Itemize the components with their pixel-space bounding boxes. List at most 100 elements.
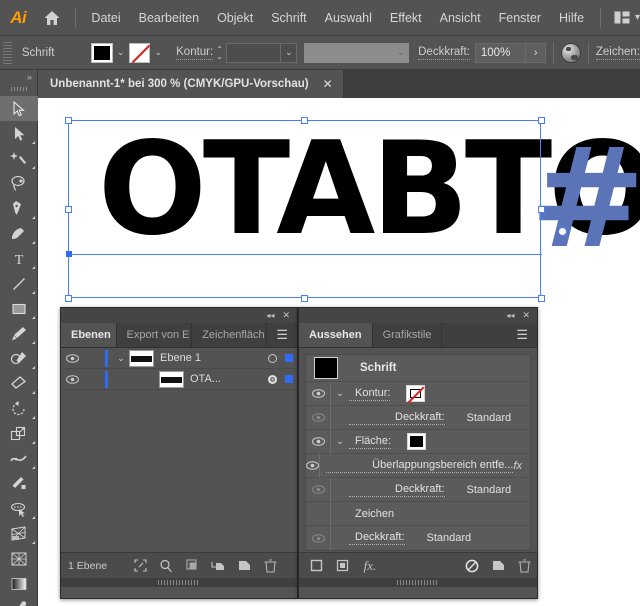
duplicate-item-icon[interactable] bbox=[485, 554, 511, 578]
layers-panel-titlebar[interactable]: ◂◂ ✕ bbox=[61, 308, 297, 323]
clear-appearance-icon[interactable] bbox=[459, 554, 485, 578]
stroke-profile-dropdown-icon[interactable]: ⌄ bbox=[393, 42, 410, 63]
magic-wand-tool[interactable] bbox=[0, 146, 38, 171]
visibility-icon[interactable] bbox=[306, 461, 319, 470]
tab-grafikstile[interactable]: Grafikstile bbox=[373, 323, 443, 347]
tab-ebenen[interactable]: Ebenen bbox=[61, 323, 117, 347]
appearance-empty-area[interactable] bbox=[299, 551, 537, 552]
menu-item-schrift[interactable]: Schrift bbox=[262, 7, 315, 29]
layers-panel-resize-grip[interactable] bbox=[61, 578, 297, 587]
stroke-swatch-dropdown-icon[interactable]: ⌄ bbox=[150, 43, 166, 63]
layer-target-indicator[interactable] bbox=[263, 374, 281, 384]
add-stroke-icon[interactable] bbox=[303, 554, 329, 578]
rotate-tool[interactable] bbox=[0, 396, 38, 421]
menu-item-objekt[interactable]: Objekt bbox=[208, 7, 262, 29]
lasso-tool[interactable] bbox=[0, 171, 38, 196]
appearance-row-object-opacity[interactable]: Deckkraft: Standard bbox=[306, 526, 530, 550]
layers-panel-menu-icon[interactable]: ☰ bbox=[267, 323, 297, 347]
menu-item-datei[interactable]: Datei bbox=[82, 7, 129, 29]
width-tool[interactable] bbox=[0, 446, 38, 471]
visibility-icon[interactable] bbox=[306, 533, 330, 543]
layers-empty-area[interactable] bbox=[61, 390, 297, 552]
search-icon[interactable] bbox=[153, 554, 179, 578]
handle-bottom-left[interactable] bbox=[65, 295, 72, 302]
menu-item-hilfe[interactable]: Hilfe bbox=[550, 7, 593, 29]
layer-name[interactable]: OTA... bbox=[190, 373, 263, 385]
tab-export-von-elementen[interactable]: Export von E bbox=[117, 323, 193, 347]
text-insertion-anchor[interactable] bbox=[558, 227, 567, 236]
opacity-value[interactable]: Standard bbox=[467, 484, 512, 496]
layer-name[interactable]: Ebene 1 bbox=[160, 352, 263, 364]
visibility-icon[interactable] bbox=[306, 485, 330, 494]
fill-swatch[interactable] bbox=[91, 42, 113, 63]
appearance-row-characters[interactable]: Zeichen bbox=[306, 501, 530, 526]
free-transform-tool[interactable] bbox=[0, 471, 38, 496]
appearance-row-fill-opacity[interactable]: Deckkraft: Standard bbox=[306, 477, 530, 502]
menu-item-bearbeiten[interactable]: Bearbeiten bbox=[130, 7, 208, 29]
appearance-panel-titlebar[interactable]: ◂◂ ✕ bbox=[299, 308, 537, 323]
opacity-expand-icon[interactable]: › bbox=[526, 42, 547, 63]
close-icon[interactable]: ✕ bbox=[522, 310, 530, 321]
layer-target-indicator[interactable] bbox=[263, 353, 281, 363]
control-bar-grip[interactable] bbox=[3, 41, 12, 64]
layer-visibility-icon[interactable] bbox=[61, 374, 83, 384]
rectangle-tool[interactable] bbox=[0, 296, 38, 321]
menu-item-auswahl[interactable]: Auswahl bbox=[316, 7, 381, 29]
characters-label[interactable]: Zeichen bbox=[349, 508, 394, 520]
collapse-icon[interactable]: ◂◂ bbox=[506, 311, 514, 320]
shaper-tool[interactable] bbox=[0, 346, 38, 371]
opacity-value[interactable]: Standard bbox=[467, 412, 512, 424]
fill-swatch-dropdown-icon[interactable]: ⌄ bbox=[113, 43, 129, 63]
toolbar-collapse-icon[interactable]: » bbox=[0, 70, 37, 82]
character-label[interactable]: Zeichen: bbox=[595, 46, 640, 60]
layer-selection-indicator[interactable] bbox=[281, 354, 297, 362]
collapse-icon[interactable]: ◂◂ bbox=[266, 311, 274, 320]
handle-bottom-center[interactable] bbox=[301, 295, 308, 302]
appearance-row-stroke[interactable]: ⌄ Kontur: bbox=[306, 381, 530, 406]
artwork-hash-glyph[interactable]: # bbox=[530, 130, 640, 268]
stroke-weight-stepper[interactable]: ⌃ ⌄ bbox=[213, 42, 226, 64]
appearance-row-effect[interactable]: Überlappungsbereich entfe... fx bbox=[306, 453, 530, 478]
delete-layer-icon[interactable] bbox=[257, 554, 283, 578]
eyedropper-tool[interactable] bbox=[0, 596, 38, 606]
locate-object-icon[interactable] bbox=[127, 554, 153, 578]
menu-item-fenster[interactable]: Fenster bbox=[490, 7, 550, 29]
opacity-label[interactable]: Deckkraft: bbox=[349, 483, 445, 497]
paintbrush-tool[interactable] bbox=[0, 321, 38, 346]
direct-selection-tool[interactable] bbox=[0, 121, 38, 146]
layer-visibility-icon[interactable] bbox=[61, 353, 83, 363]
stroke-weight-field[interactable] bbox=[226, 42, 282, 63]
visibility-icon[interactable] bbox=[306, 437, 330, 446]
stroke-profile-field[interactable] bbox=[304, 42, 394, 63]
menu-item-ansicht[interactable]: Ansicht bbox=[431, 7, 490, 29]
table-row[interactable]: OTA... bbox=[61, 369, 297, 390]
make-mask-icon[interactable] bbox=[179, 554, 205, 578]
line-segment-tool[interactable] bbox=[0, 271, 38, 296]
appearance-row-fill[interactable]: ⌄ Fläche: bbox=[306, 429, 530, 454]
document-tab[interactable]: Unbenannt-1* bei 300 % (CMYK/GPU-Vorscha… bbox=[38, 70, 344, 98]
handle-middle-left[interactable] bbox=[65, 206, 72, 213]
add-fill-icon[interactable] bbox=[329, 554, 355, 578]
stroke-label[interactable]: Kontur: bbox=[176, 46, 214, 60]
scale-tool[interactable] bbox=[0, 421, 38, 446]
create-layer-icon[interactable] bbox=[231, 554, 257, 578]
close-icon[interactable]: ✕ bbox=[323, 78, 333, 90]
opacity-label[interactable]: Deckkraft: bbox=[418, 46, 470, 60]
fill-color-swatch[interactable] bbox=[407, 433, 427, 450]
chevron-down-icon[interactable]: ⌄ bbox=[331, 436, 349, 447]
stroke-color-swatch[interactable] bbox=[406, 385, 426, 402]
selection-tool[interactable] bbox=[0, 96, 38, 121]
pen-tool[interactable] bbox=[0, 196, 38, 221]
gradient-tool[interactable] bbox=[0, 571, 38, 596]
type-tool[interactable]: T bbox=[0, 246, 38, 271]
toolbar-grip[interactable] bbox=[0, 82, 38, 96]
effect-label[interactable]: Überlappungsbereich entfe... bbox=[326, 459, 514, 473]
menu-item-effekt[interactable]: Effekt bbox=[381, 7, 431, 29]
appearance-panel-resize-grip[interactable] bbox=[299, 578, 537, 587]
opacity-input[interactable]: 100% bbox=[474, 42, 527, 63]
fill-label[interactable]: Fläche: bbox=[349, 435, 392, 449]
close-icon[interactable]: ✕ bbox=[282, 310, 290, 321]
home-icon[interactable] bbox=[37, 0, 68, 36]
layer-selection-indicator[interactable] bbox=[281, 375, 297, 383]
chevron-down-icon[interactable]: ⌄ bbox=[113, 353, 129, 364]
